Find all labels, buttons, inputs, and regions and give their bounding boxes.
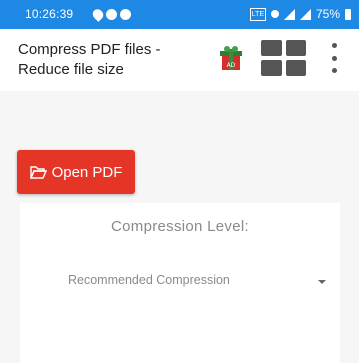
notification-icon [120,9,131,20]
more-vert-icon[interactable] [330,43,338,73]
compression-select[interactable]: Recommended Compression [60,269,326,293]
grid-cell [285,60,306,76]
status-bar: 10:26:39 LTE 75% [0,0,359,29]
gift-icon[interactable]: AD [220,45,242,71]
folder-open-icon [29,165,47,179]
grid-cell [285,40,306,56]
notification-icons [90,7,131,22]
ad-badge: AD [227,62,236,69]
grid-view-icon[interactable] [261,40,306,76]
location-icon [90,7,106,22]
compression-select-value: Recommended Compression [68,273,230,287]
cell-signal-icon [299,8,311,20]
dropdown-arrow-icon [318,280,326,284]
compression-level-label: Compression Level: [111,218,249,235]
open-pdf-label: Open PDF [51,163,123,181]
dot [331,55,337,61]
sim-icon: LTE [249,7,266,21]
dot [331,68,337,73]
grid-cell [261,40,282,56]
battery-icon [345,8,351,20]
dot [331,43,337,48]
grid-cell [261,60,282,76]
app-bar: Compress PDF files - Reduce file size AD [0,29,359,91]
status-time: 10:26:39 [25,7,74,21]
app-title: Compress PDF files - Reduce file size [18,41,161,78]
notification-icon [106,9,117,20]
battery-percent: 75% [315,7,340,21]
compression-card: Compression Level: Recommended Compressi… [20,203,340,363]
wifi-signal-icon [283,8,295,20]
system-icons: LTE 75% [249,7,351,21]
open-pdf-button[interactable]: Open PDF [17,150,135,194]
alarm-icon [270,10,279,18]
